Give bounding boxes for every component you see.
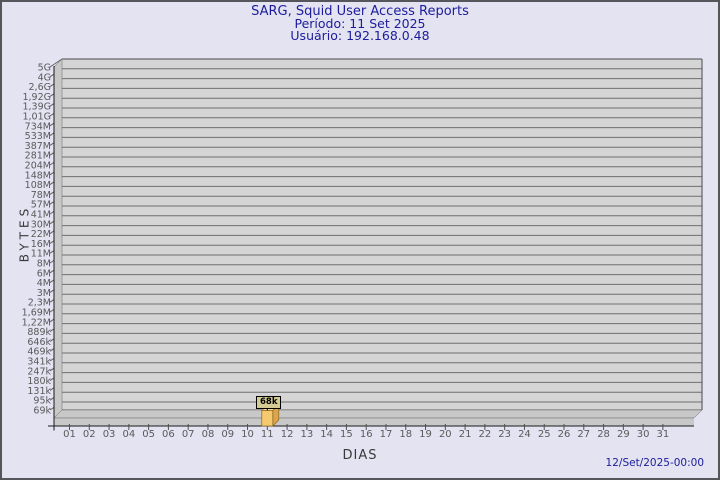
x-tick-label: 02 [83, 429, 96, 440]
x-tick-label: 25 [538, 429, 551, 440]
x-tick-label: 28 [597, 429, 610, 440]
x-tick-label: 23 [498, 429, 511, 440]
x-tick-label: 30 [637, 429, 650, 440]
bytes-per-day-chart: 5G4G2,6G1,92G1,39G1,01G734M533M387M281M2… [22, 58, 703, 440]
x-tick-label: 19 [419, 429, 432, 440]
x-tick-labels: 01 02 03 04 05 06 07 08 09 10 11 12 13 14 15 16 17 18 19 20… [63, 429, 669, 440]
x-tick-label: 08 [202, 429, 215, 440]
x-tick-label: 27 [577, 429, 590, 440]
x-tick-label: 03 [103, 429, 116, 440]
x-tick-label: 12 [281, 429, 294, 440]
bar-value-callout: 68k [256, 396, 282, 409]
y-tick-label: 69k [33, 406, 51, 417]
x-tick-label: 10 [241, 429, 254, 440]
axis-wall-3d [53, 58, 63, 419]
x-tick-label: 18 [399, 429, 412, 440]
x-tick-label: 11 [261, 429, 274, 440]
x-tick-label: 07 [182, 429, 195, 440]
x-tick-label: 01 [63, 429, 76, 440]
x-tick-label: 31 [657, 429, 670, 440]
chart-back-plane [62, 59, 702, 410]
x-tick-label: 17 [380, 429, 393, 440]
generated-timestamp: 12/Set/2025-00:00 [605, 457, 704, 469]
bar-front-face [261, 410, 274, 427]
x-tick-label: 04 [122, 429, 135, 440]
x-tick-label: 24 [518, 429, 531, 440]
axis-floor-front [54, 418, 694, 426]
x-tick-label: 09 [221, 429, 234, 440]
x-tick-label: 05 [142, 429, 155, 440]
x-tick-label: 14 [320, 429, 333, 440]
x-tick-label: 13 [300, 429, 313, 440]
x-tick-label: 21 [459, 429, 472, 440]
y-axis-title: BYTES [17, 204, 32, 263]
sarg-report-page: SARG, Squid User Access Reports Período:… [0, 0, 720, 480]
x-tick-label: 06 [162, 429, 175, 440]
x-tick-label: 29 [617, 429, 630, 440]
x-tick-label: 20 [439, 429, 452, 440]
x-tick-label: 26 [558, 429, 571, 440]
axis-floor-3d [53, 409, 703, 419]
x-tick-label: 22 [479, 429, 492, 440]
x-tick-label: 15 [340, 429, 353, 440]
x-tick-label: 16 [360, 429, 373, 440]
